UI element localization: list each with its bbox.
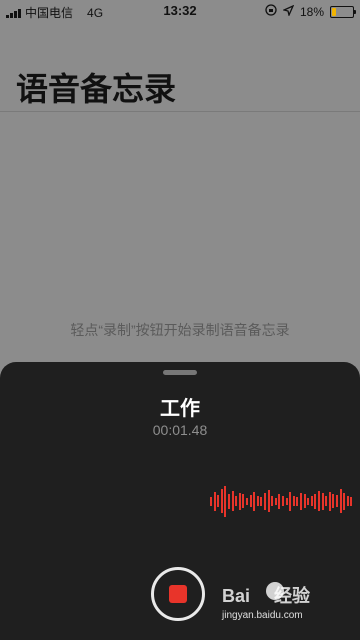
stop-recording-button[interactable] — [151, 567, 205, 621]
waveform-bar — [303, 494, 306, 508]
waveform-bar — [307, 498, 310, 505]
waveform-bar — [300, 493, 302, 510]
status-right: 18% — [265, 4, 356, 19]
waveform-bar — [217, 495, 220, 507]
waveform-bar — [318, 491, 320, 511]
waveform-bar — [289, 492, 292, 511]
waveform-bar — [253, 492, 256, 511]
empty-state-hint: 轻点“录制”按钮开始录制语音备忘录 — [70, 322, 290, 338]
waveform-bar — [220, 489, 223, 513]
waveform-bar — [282, 496, 284, 506]
stop-icon — [169, 585, 187, 603]
waveform-bar — [325, 496, 328, 506]
waveform-bar — [260, 497, 263, 506]
baidu-jingyan-watermark: Bai 经验 jingyan.baidu.com — [222, 582, 352, 628]
waveform-bar — [343, 493, 346, 510]
waveform-bar — [256, 496, 259, 506]
status-bar: 中国电信 4G 13:32 18% — [0, 0, 360, 22]
waveform — [210, 484, 360, 518]
waveform-bar — [346, 496, 349, 506]
waveform-bar — [242, 494, 245, 508]
waveform-bar — [210, 497, 212, 506]
waveform-bar — [271, 496, 274, 506]
paw-icon — [266, 582, 284, 600]
lock-rotation-icon — [265, 4, 277, 19]
waveform-bar — [350, 497, 353, 506]
waveform-bar — [285, 498, 288, 505]
header-divider — [0, 111, 360, 112]
waveform-bar — [238, 493, 241, 510]
waveform-bar — [274, 498, 277, 505]
waveform-bar — [231, 491, 234, 511]
waveform-bar — [336, 495, 338, 507]
page-title: 语音备忘录 — [16, 71, 177, 107]
waveform-bar — [249, 495, 252, 507]
location-arrow-icon — [281, 4, 295, 19]
waveform-bar — [314, 494, 317, 509]
waveform-bar — [321, 493, 324, 510]
waveform-bar — [267, 490, 270, 512]
waveform-bar — [292, 496, 295, 506]
waveform-bar — [213, 492, 216, 511]
waveform-bar — [339, 489, 342, 513]
waveform-bar — [246, 498, 248, 505]
watermark-url: jingyan.baidu.com — [222, 610, 303, 621]
waveform-bar — [264, 493, 266, 510]
waveform-bar — [278, 494, 281, 509]
waveform-bar — [235, 496, 238, 506]
waveform-bar — [228, 494, 230, 509]
waveform-bar — [328, 492, 331, 511]
sheet-grabber[interactable] — [163, 370, 197, 375]
battery-icon — [330, 5, 356, 18]
recording-timer: 00:01.48 — [152, 422, 208, 438]
recording-name[interactable]: 工作 — [0, 392, 360, 421]
waveform-bar — [296, 497, 299, 506]
waveform-bar — [224, 486, 227, 517]
waveform-bar — [332, 494, 335, 508]
waveform-bar — [310, 496, 313, 506]
battery-percent: 18% — [299, 4, 324, 19]
